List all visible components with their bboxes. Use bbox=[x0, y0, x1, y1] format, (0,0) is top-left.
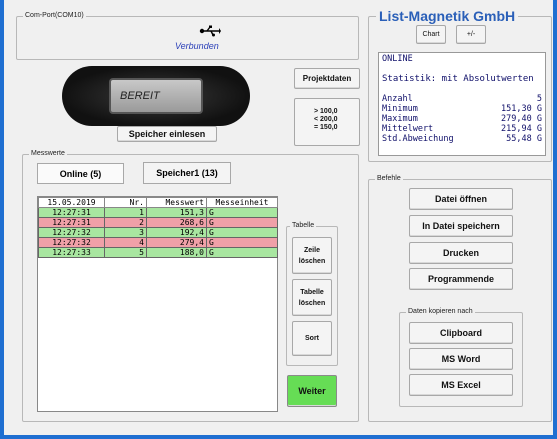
stats-row: Minimum 151,30 G bbox=[382, 104, 542, 114]
project-data-button[interactable]: Projektdaten bbox=[294, 68, 360, 89]
delete-row-button[interactable]: Zeile löschen bbox=[292, 237, 332, 274]
column-header-value: Messwert bbox=[146, 197, 207, 208]
usb-icon bbox=[199, 24, 221, 42]
commands-label: Befehle bbox=[375, 173, 403, 185]
chart-button[interactable]: Chart bbox=[416, 25, 446, 44]
table-header: 15.05.2019 Nr. Messwert Messeinheit bbox=[38, 197, 278, 208]
device-image: BEREIT bbox=[62, 66, 250, 126]
clipboard-button[interactable]: Clipboard bbox=[409, 322, 513, 344]
stats-row: Mittelwert 215,94 G bbox=[382, 124, 542, 134]
ms-excel-button[interactable]: MS Excel bbox=[409, 374, 513, 396]
connection-status: Verbunden bbox=[175, 41, 219, 51]
tab-online[interactable]: Online (5) bbox=[37, 163, 124, 184]
limits-display: > 100,0 < 200,0 = 150,0 bbox=[294, 98, 360, 146]
tab-memory1[interactable]: Speicher1 (13) bbox=[143, 162, 231, 184]
table-row[interactable]: 12:27:32 3 192,4 G bbox=[38, 227, 278, 238]
copy-data-label: Daten kopieren nach bbox=[406, 306, 475, 318]
table-row[interactable]: 12:27:31 2 268,6 G bbox=[38, 217, 278, 228]
ms-word-button[interactable]: MS Word bbox=[409, 348, 513, 370]
app-title: List-Magnetik GmbH bbox=[376, 8, 519, 24]
sort-button[interactable]: Sort bbox=[292, 321, 332, 356]
measurements-table: 15.05.2019 Nr. Messwert Messeinheit 12:2… bbox=[37, 196, 278, 412]
column-header-unit: Messeinheit bbox=[206, 197, 278, 208]
open-file-button[interactable]: Datei öffnen bbox=[409, 188, 513, 210]
device-display: BEREIT bbox=[109, 78, 203, 114]
stats-heading: Statistik: mit Absolutwerten bbox=[382, 74, 534, 84]
table-row[interactable]: 12:27:32 4 279,4 G bbox=[38, 237, 278, 248]
statistics-panel: ONLINE Statistik: mit Absolutwerten Anza… bbox=[378, 52, 546, 156]
com-port-group: Com-Port(COM10) Verbunden bbox=[16, 10, 359, 60]
stats-row: Std.Abweichung 55,48 G bbox=[382, 134, 542, 144]
limit-nominal: = 150,0 bbox=[314, 124, 338, 131]
delete-table-button[interactable]: Tabelle löschen bbox=[292, 279, 332, 316]
save-to-file-button[interactable]: In Datei speichern bbox=[409, 215, 513, 237]
weiter-button[interactable]: Weiter bbox=[287, 375, 337, 407]
table-actions-label: Tabelle bbox=[290, 220, 317, 232]
measurements-label: Messwerte bbox=[29, 148, 67, 160]
table-row[interactable]: 12:27:33 5 188,0 G bbox=[38, 247, 278, 258]
column-header-date: 15.05.2019 bbox=[38, 197, 105, 208]
limit-lower: < 200,0 bbox=[314, 116, 338, 123]
read-memory-button[interactable]: Speicher einlesen bbox=[117, 126, 217, 142]
stats-row: Maximum 279,40 G bbox=[382, 114, 542, 124]
stats-row: Anzahl 5 bbox=[382, 94, 542, 104]
app-window: Com-Port(COM10) Verbunden List-Magnetik … bbox=[0, 0, 557, 439]
table-row[interactable]: 12:27:31 1 151,3 G bbox=[38, 207, 278, 218]
com-port-label: Com-Port(COM10) bbox=[23, 10, 86, 22]
exit-program-button[interactable]: Programmende bbox=[409, 268, 513, 290]
limit-upper: > 100,0 bbox=[314, 108, 338, 115]
stats-mode: ONLINE bbox=[382, 54, 413, 64]
plus-minus-button[interactable]: +/- bbox=[456, 25, 486, 44]
print-button[interactable]: Drucken bbox=[409, 242, 513, 264]
column-header-nr: Nr. bbox=[104, 197, 147, 208]
